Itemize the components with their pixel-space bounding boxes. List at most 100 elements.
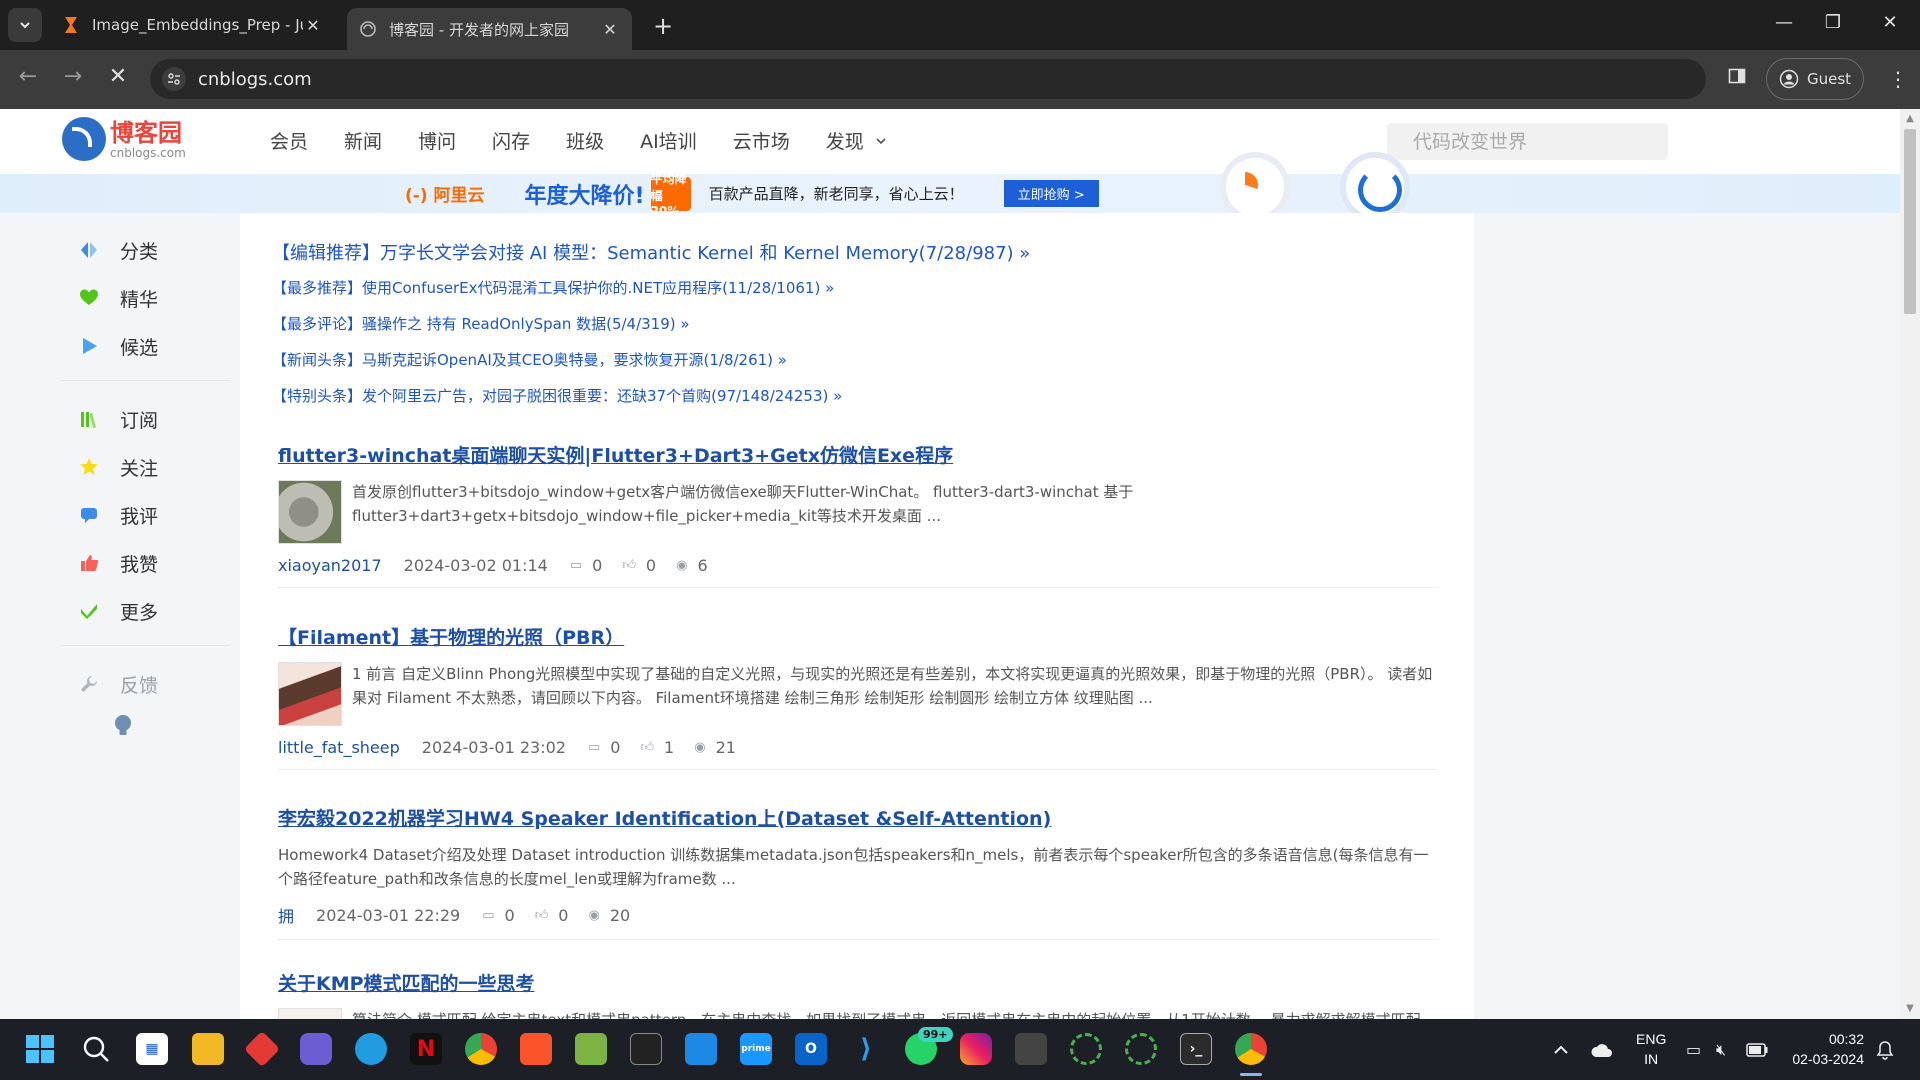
post-title[interactable]: 关于KMP模式匹配的一些思考 (278, 969, 1438, 996)
post-title[interactable]: 李宏毅2022机器学习HW4 Speaker Identification上(D… (278, 804, 1438, 831)
onedrive-icon[interactable] (1590, 1019, 1614, 1080)
restore-icon[interactable]: ❐ (1813, 12, 1853, 33)
site-info-icon[interactable] (162, 67, 186, 91)
pick-link[interactable]: 【最多推荐】使用ConfuserEx代码混淆工具保护你的.NET应用程序(11/… (272, 277, 1030, 298)
post-author[interactable]: little_fat_sheep (278, 738, 400, 757)
language-indicator[interactable]: ENG IN (1636, 1029, 1666, 1069)
scroll-thumb[interactable] (1904, 129, 1916, 314)
sidebar-item-more[interactable]: 更多 (60, 587, 230, 635)
nav-item-discover[interactable]: 发现 (826, 127, 888, 154)
tab-jupyter[interactable]: Image_Embeddings_Prep - Jupy ✕ (50, 7, 335, 43)
address-bar[interactable]: cnblogs.com (150, 59, 1706, 99)
post-likes[interactable]: 👍︎ 1 (640, 738, 674, 757)
nav-item-cloud-market[interactable]: 云市场 (733, 127, 790, 154)
thumb-up-icon: 👍︎ (622, 558, 636, 573)
sidebar-item-category[interactable]: 分类 (60, 226, 230, 274)
site-logo[interactable]: 博客园 cnblogs.com (62, 117, 186, 161)
app-loader-icon[interactable] (1070, 1033, 1102, 1065)
post-comments[interactable]: ▭ 0 (482, 906, 514, 925)
menu-dots-icon[interactable]: ⋮ (1888, 67, 1908, 91)
window-close-icon[interactable]: ✕ (1870, 12, 1910, 33)
nav-item-flash[interactable]: 闪存 (492, 127, 530, 154)
app-window-icon[interactable] (1015, 1033, 1047, 1065)
stop-loading-icon[interactable]: ✕ (105, 64, 131, 90)
minimize-icon[interactable]: — (1764, 12, 1804, 33)
close-icon[interactable]: ✕ (600, 20, 620, 39)
sidebar-item-subscribe[interactable]: 订阅 (60, 395, 230, 443)
scroll-down-icon[interactable]: ▼ (1904, 1003, 1916, 1015)
app-loader-icon-2[interactable] (1125, 1033, 1157, 1065)
tab-title: Image_Embeddings_Prep - Jupy (92, 16, 303, 34)
nav-item-classes[interactable]: 班级 (566, 127, 604, 154)
outlook-icon[interactable]: O (795, 1033, 827, 1065)
side-panel-icon[interactable] (1728, 67, 1746, 90)
post-author[interactable]: xiaoyan2017 (278, 556, 382, 575)
sidebar-item-candidates[interactable]: 候选 (60, 322, 230, 370)
brave-icon[interactable] (520, 1033, 552, 1065)
ad-banner[interactable]: (-) 阿里云 年度大降价! 平均降幅 20% 百款产品直降，新老同享，省心上云… (0, 152, 1900, 222)
category-icon (78, 239, 100, 261)
app-diamond-icon[interactable] (243, 1030, 281, 1068)
volume-muted-icon[interactable]: 🔇︎ (1716, 1019, 1726, 1080)
sidebar-item-essence[interactable]: 精华 (60, 274, 230, 322)
pick-link[interactable]: 【最多评论】骚操作之 持有 ReadOnlySpan 数据(5/4/319) » (272, 313, 1030, 334)
notifications-bell-icon[interactable] (1876, 1019, 1894, 1080)
pick-editor-recommend[interactable]: 【编辑推荐】万字长文学会对接 AI 模型：Semantic Kernel 和 K… (272, 239, 1030, 265)
edge-icon[interactable] (355, 1033, 387, 1065)
network-icon[interactable]: ▭ (1686, 1019, 1701, 1080)
tab-search-button[interactable] (8, 8, 42, 42)
forward-arrow-icon[interactable]: → (60, 64, 86, 90)
file-explorer-icon[interactable] (192, 1033, 224, 1065)
store-icon[interactable]: ▦ (136, 1033, 168, 1065)
sidebar-item-my-likes[interactable]: 我赞 (60, 539, 230, 587)
netflix-icon[interactable]: N (410, 1033, 442, 1065)
page-scrollbar[interactable]: ▲ ▼ (1900, 109, 1920, 1019)
post-thumbnail[interactable] (278, 1008, 342, 1019)
chrome-active-icon[interactable] (1235, 1033, 1267, 1065)
sidebar-item-feedback[interactable]: 反馈 (60, 660, 230, 708)
post-title[interactable]: flutter3-winchat桌面端聊天实例|Flutter3+Dart3+G… (278, 441, 1438, 468)
nav-item-news[interactable]: 新闻 (344, 127, 382, 154)
post-author[interactable]: 拥 (278, 903, 294, 927)
pick-link[interactable]: 【新闻头条】马斯克起诉OpenAI及其CEO奥特曼，要求恢复开源(1/8/261… (272, 349, 1030, 370)
nav-item-questions[interactable]: 博问 (418, 127, 456, 154)
pick-link[interactable]: 【特别头条】发个阿里云广告，对园子脱困很重要：还缺37个首购(97/148/24… (272, 385, 1030, 406)
sidebar-item-follow[interactable]: 关注 (60, 443, 230, 491)
terminal-window-icon[interactable] (630, 1033, 662, 1065)
post-thumbnail[interactable] (278, 662, 342, 726)
chrome-icon[interactable] (465, 1033, 497, 1065)
back-arrow-icon[interactable]: ← (15, 64, 41, 90)
windows-start-icon[interactable] (24, 1033, 56, 1065)
post-item: 李宏毅2022机器学习HW4 Speaker Identification上(D… (278, 804, 1438, 940)
new-tab-button[interactable]: + (650, 12, 676, 40)
post-likes[interactable]: 👍︎ 0 (535, 906, 569, 925)
terminal-icon[interactable]: ›_ (1180, 1033, 1212, 1065)
image-viewer-icon[interactable] (575, 1033, 607, 1065)
profile-button[interactable]: Guest (1766, 58, 1864, 100)
app-blue-icon[interactable] (685, 1033, 717, 1065)
sidebar-item-my-comments[interactable]: 我评 (60, 491, 230, 539)
nav-item-members[interactable]: 会员 (270, 127, 308, 154)
search-input[interactable] (1413, 130, 1656, 153)
post-thumbnail[interactable] (278, 480, 342, 544)
instagram-icon[interactable] (960, 1033, 992, 1065)
tray-chevron-icon[interactable] (1552, 1019, 1570, 1080)
system-clock[interactable]: 00:32 02-03-2024 (1792, 1029, 1864, 1069)
nav-item-ai-training[interactable]: AI培训 (640, 127, 697, 154)
prime-video-icon[interactable]: prime (740, 1033, 772, 1065)
post-title[interactable]: 【Filament】基于物理的光照（PBR） (278, 623, 1438, 650)
post-likes[interactable]: 👍︎ 0 (622, 556, 656, 575)
tab-cnblogs[interactable]: 博客园 - 开发者的网上家园 ✕ (347, 8, 632, 50)
ad-buy-button[interactable]: 立即抢购 > (1003, 180, 1099, 207)
close-icon[interactable]: ✕ (303, 16, 323, 35)
thumb-up-icon: 👍︎ (534, 907, 549, 923)
view-count: 21 (715, 738, 736, 757)
search-icon[interactable] (80, 1033, 112, 1065)
lightbulb-icon[interactable] (114, 714, 132, 738)
post-comments[interactable]: ▭ 0 (570, 556, 602, 575)
post-comments[interactable]: ▭ 0 (588, 738, 620, 757)
app-hexagon-icon[interactable] (300, 1033, 332, 1065)
scroll-up-icon[interactable]: ▲ (1904, 113, 1916, 125)
vscode-icon[interactable]: ⟩ (850, 1033, 882, 1065)
battery-icon[interactable] (1746, 1019, 1768, 1080)
